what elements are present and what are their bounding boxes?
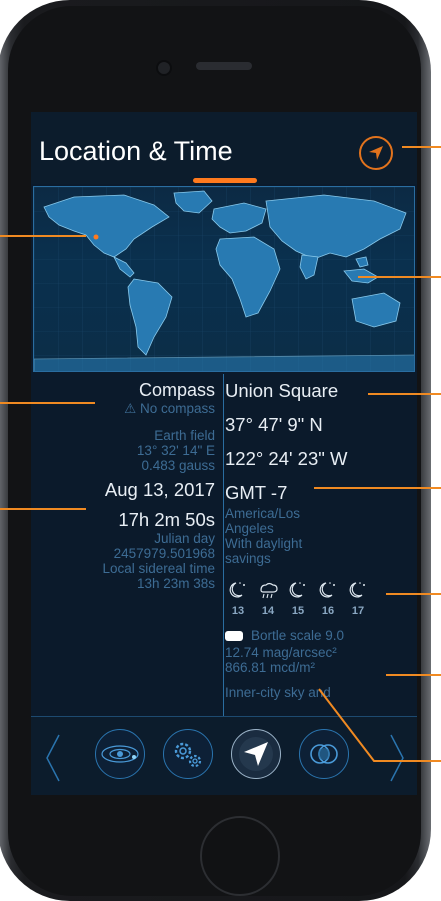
location-time-button[interactable] bbox=[231, 729, 281, 779]
timezone-line1: America/Los bbox=[225, 506, 301, 521]
timezone-line4: savings bbox=[225, 551, 271, 566]
left-column: Compass ⚠ No compass Earth field 13° 32'… bbox=[31, 380, 215, 591]
sidereal-time-value: 13h 23m 38s bbox=[136, 576, 215, 591]
location-time-icon bbox=[239, 737, 273, 771]
julian-day-label: Julian day bbox=[154, 531, 215, 546]
weather-day-number: 16 bbox=[321, 605, 335, 617]
moon-cloud-icon bbox=[229, 582, 245, 598]
sky-luminance: 866.81 mcd/m² bbox=[225, 660, 316, 675]
gmt-offset: GMT -7 bbox=[225, 482, 288, 503]
camera bbox=[156, 60, 172, 76]
sidereal-time-label: Local sidereal time bbox=[102, 561, 215, 576]
callout-line bbox=[314, 487, 441, 489]
solar-system-button[interactable] bbox=[95, 729, 145, 779]
settings-button[interactable] bbox=[163, 729, 213, 779]
column-divider bbox=[223, 374, 224, 716]
weather-day: 17 bbox=[345, 580, 371, 617]
earth-field-gauss: 0.483 gauss bbox=[141, 458, 215, 473]
weather-day-number: 13 bbox=[231, 605, 245, 617]
callout-line bbox=[402, 146, 441, 148]
weather-day: 13 bbox=[225, 580, 251, 617]
timezone-line2: Angeles bbox=[225, 521, 274, 536]
callout-line bbox=[386, 674, 441, 676]
weather-forecast[interactable]: 13 14 15 16 17 bbox=[225, 580, 417, 617]
gears-icon bbox=[174, 742, 202, 768]
compass-title: Compass bbox=[138, 380, 215, 400]
bortle-scale: Bortle scale 9.0 bbox=[251, 628, 345, 643]
callout-line bbox=[0, 235, 86, 237]
weather-day-number: 17 bbox=[351, 605, 365, 617]
location-arrow-icon bbox=[369, 146, 383, 160]
locate-button[interactable] bbox=[359, 136, 393, 170]
callout-line bbox=[0, 508, 86, 510]
sky-magnitude: 12.74 mag/arcsec² bbox=[225, 645, 337, 660]
julian-day-value: 2457979.501968 bbox=[113, 546, 215, 561]
solar-system-icon bbox=[101, 745, 139, 763]
longitude: 122° 24' 23" W bbox=[225, 448, 348, 469]
header: Location & Time bbox=[31, 112, 417, 184]
moon-cloud-icon bbox=[289, 582, 305, 598]
earth-field-angle: 13° 32' 14" E bbox=[136, 443, 215, 458]
chevron-left-icon[interactable] bbox=[43, 733, 63, 783]
callout-line bbox=[318, 688, 441, 762]
callout-line bbox=[0, 402, 95, 404]
weather-day-number: 15 bbox=[291, 605, 305, 617]
tab-indicator bbox=[193, 178, 257, 183]
world-map[interactable] bbox=[33, 186, 415, 372]
location-marker bbox=[93, 234, 99, 240]
weather-day: 14 bbox=[255, 580, 281, 617]
timezone-line3: With daylight bbox=[225, 536, 303, 551]
bortle-swatch bbox=[225, 630, 243, 641]
latitude: 37° 47' 9" N bbox=[225, 414, 323, 435]
date-value: Aug 13, 2017 bbox=[104, 479, 215, 500]
moon-cloud-icon bbox=[319, 582, 335, 598]
weather-day: 16 bbox=[315, 580, 341, 617]
moon-cloud-icon bbox=[349, 582, 365, 598]
callout-line bbox=[368, 393, 441, 395]
home-button[interactable] bbox=[200, 816, 280, 896]
rain-cloud-icon bbox=[260, 582, 278, 599]
callout-line bbox=[358, 276, 441, 278]
page-title: Location & Time bbox=[39, 136, 233, 166]
world-map-graphic bbox=[34, 187, 414, 371]
weather-day: 15 bbox=[285, 580, 311, 617]
time-value: 17h 2m 50s bbox=[118, 509, 215, 530]
callout-line bbox=[386, 593, 441, 595]
earth-field-label: Earth field bbox=[154, 428, 215, 443]
right-column: Union Square 37° 47' 9" N 122° 24' 23" W… bbox=[225, 380, 417, 700]
place-name[interactable]: Union Square bbox=[225, 380, 417, 402]
weather-day-number: 14 bbox=[261, 605, 275, 617]
speaker bbox=[196, 62, 252, 70]
